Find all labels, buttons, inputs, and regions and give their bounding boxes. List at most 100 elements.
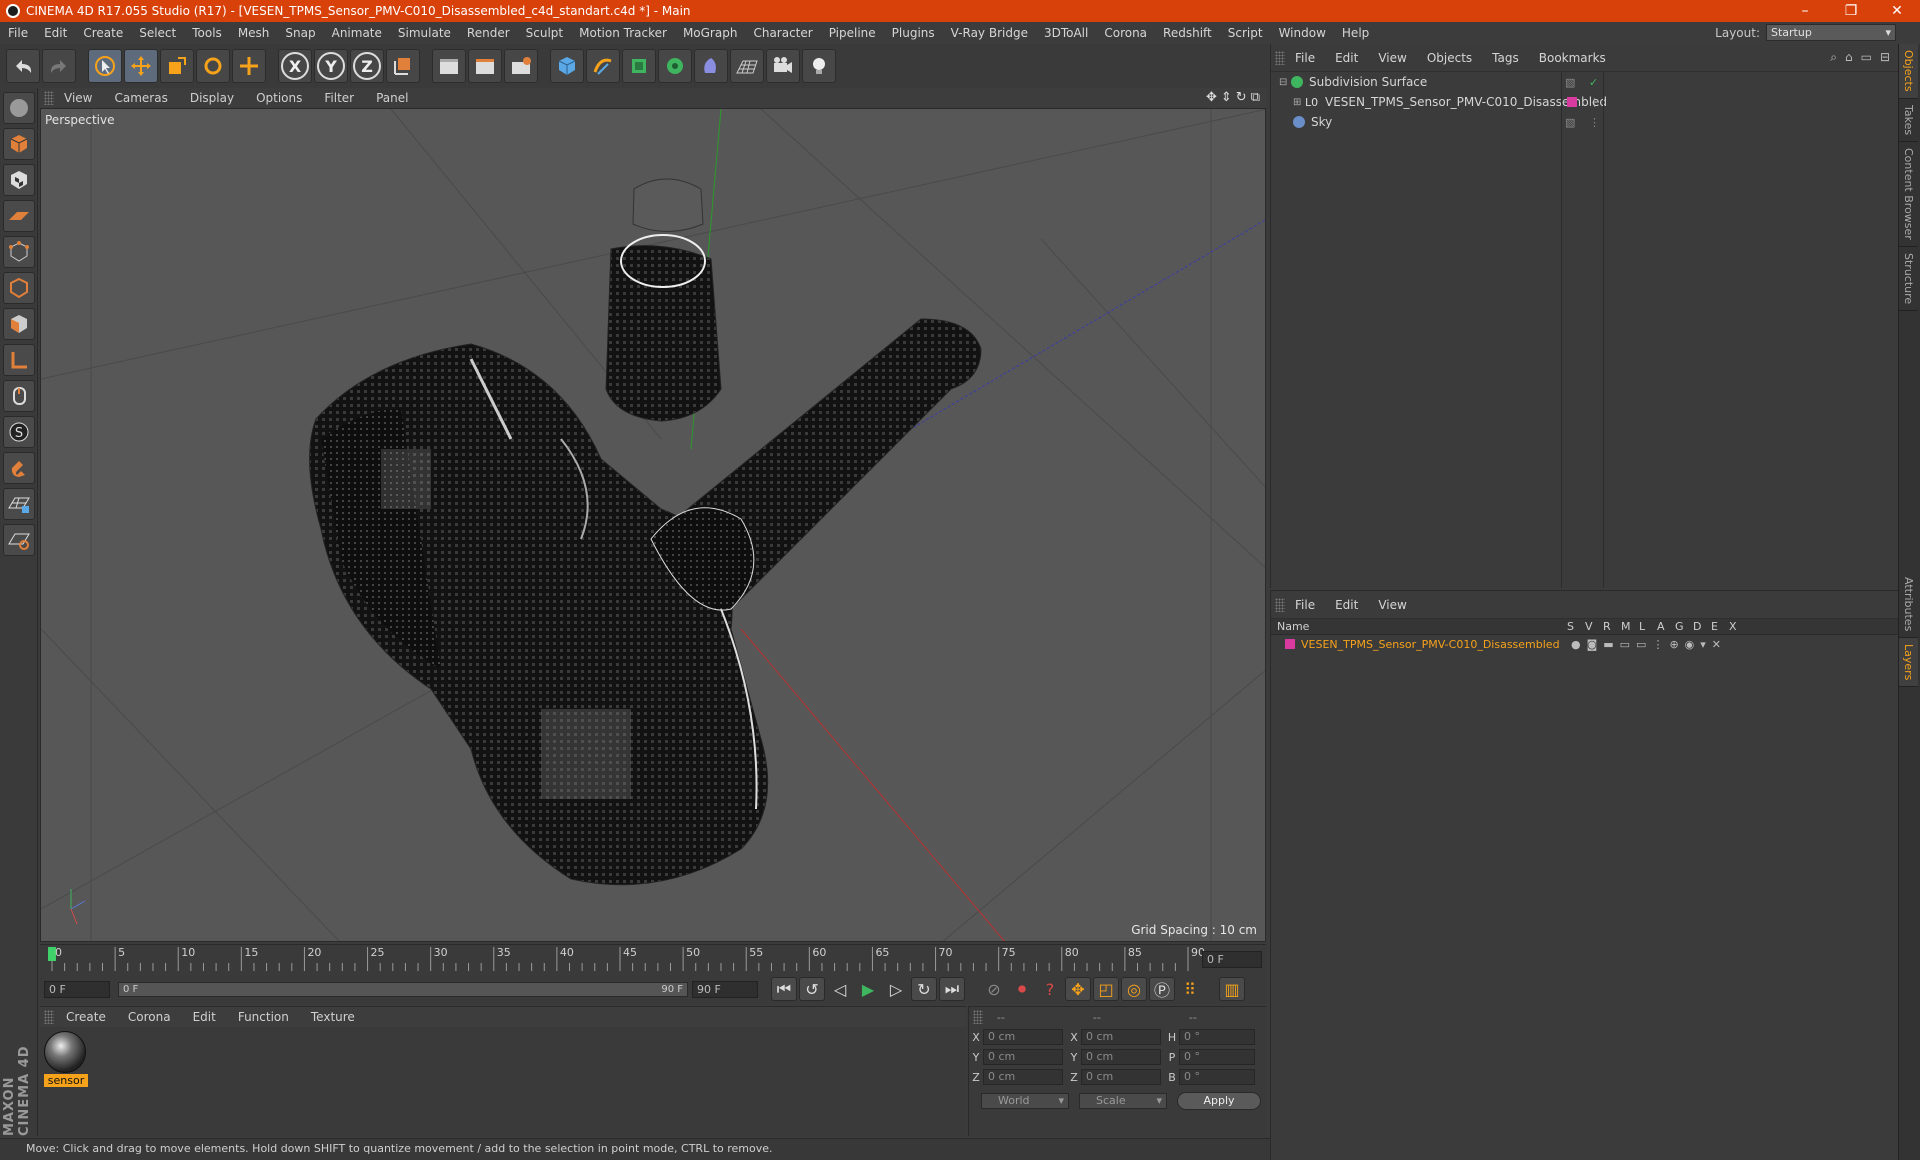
live-selection-button[interactable] — [88, 49, 122, 83]
menu-simulate[interactable]: Simulate — [390, 26, 459, 40]
edit-flag-icon[interactable]: ▧ — [1565, 116, 1575, 129]
tree-collapse-icon[interactable]: ⊟ — [1279, 77, 1291, 88]
col-animation[interactable]: A — [1657, 620, 1675, 633]
menu-plugins[interactable]: Plugins — [884, 26, 943, 40]
tpms-sensor-model[interactable] — [309, 178, 982, 886]
menu-render[interactable]: Render — [459, 26, 518, 40]
rotate-tool-button[interactable] — [196, 49, 230, 83]
go-to-end-button[interactable]: ⏭ — [939, 977, 965, 1001]
search-icon[interactable]: ⌕ — [1830, 50, 1837, 65]
texture-mode-button[interactable] — [3, 164, 35, 196]
layers-menu-edit[interactable]: Edit — [1325, 598, 1368, 612]
tree-expand-icon[interactable]: ⊞ — [1293, 97, 1305, 108]
material-menu-corona[interactable]: Corona — [116, 1010, 181, 1024]
frame-range-slider[interactable]: 0 F 90 F — [118, 981, 688, 997]
pan-view-icon[interactable]: ✥ — [1206, 90, 1217, 105]
make-editable-button[interactable] — [3, 92, 35, 124]
undo-button[interactable] — [6, 49, 40, 83]
layers-menu-view[interactable]: View — [1368, 598, 1416, 612]
tab-content-browser[interactable]: Content Browser — [1899, 142, 1918, 247]
objects-menu-view[interactable]: View — [1368, 51, 1416, 65]
viewport-menu-options[interactable]: Options — [246, 91, 314, 105]
col-xref[interactable]: X — [1729, 620, 1747, 633]
layer-row[interactable]: VESEN_TPMS_Sensor_PMV-C010_Disassembled … — [1271, 635, 1898, 653]
menu-create[interactable]: Create — [75, 26, 131, 40]
size-mode-dropdown[interactable]: Scale — [1079, 1093, 1167, 1109]
col-expressions[interactable]: E — [1711, 620, 1729, 633]
model-mode-button[interactable] — [3, 128, 35, 160]
axis-mode-button[interactable] — [3, 344, 35, 376]
timeline-ruler[interactable]: 0 5 10 15 20 25 30 35 40 45 50 55 60 65 70 75 80 85 90 0 F — [40, 944, 1266, 974]
menu-edit[interactable]: Edit — [36, 26, 75, 40]
material-grip-icon[interactable] — [44, 1010, 54, 1024]
pos-x-field[interactable]: 0 cm — [983, 1029, 1063, 1045]
col-generators[interactable]: G — [1675, 620, 1693, 633]
add-deformer-button[interactable] — [694, 49, 728, 83]
col-locked[interactable]: L — [1639, 620, 1657, 633]
menu-tools[interactable]: Tools — [184, 26, 230, 40]
record-keys-button[interactable]: ⊘ — [981, 977, 1007, 1001]
viewport-menu-panel[interactable]: Panel — [366, 91, 420, 105]
coordinate-space-dropdown[interactable]: World — [981, 1093, 1069, 1109]
pos-z-field[interactable]: 0 cm — [983, 1069, 1063, 1085]
add-spline-button[interactable] — [586, 49, 620, 83]
enabled-check-icon[interactable]: ✓ — [1589, 76, 1598, 89]
menu-3dtoall[interactable]: 3DToAll — [1036, 26, 1096, 40]
menu-script[interactable]: Script — [1220, 26, 1271, 40]
layer-flag-icons[interactable]: ●◙▬▭▭⋮⊕◉▾✕ — [1571, 638, 1727, 651]
close-button[interactable]: ✕ — [1874, 3, 1920, 19]
visibility-dots-icon[interactable]: ⋮ — [1589, 116, 1600, 129]
layout-select[interactable]: Startup — [1766, 24, 1896, 41]
z-axis-button[interactable]: Z — [350, 49, 384, 83]
tab-attributes[interactable]: Attributes — [1899, 571, 1918, 638]
add-nurbs-button[interactable] — [622, 49, 656, 83]
objects-menu-file[interactable]: File — [1285, 51, 1325, 65]
home-icon[interactable]: ⌂ — [1845, 50, 1853, 65]
objects-menu-edit[interactable]: Edit — [1325, 51, 1368, 65]
col-manager[interactable]: M — [1621, 620, 1639, 633]
menu-vray-bridge[interactable]: V-Ray Bridge — [943, 26, 1036, 40]
menu-file[interactable]: File — [0, 26, 36, 40]
size-z-field[interactable]: 0 cm — [1081, 1069, 1161, 1085]
layer-color-swatch[interactable] — [1567, 97, 1577, 107]
lock-workplane-button[interactable] — [3, 488, 35, 520]
object-row-sensor[interactable]: ⊞ L0 VESEN_TPMS_Sensor_PMV-C010_Disassem… — [1271, 92, 1898, 112]
menu-help[interactable]: Help — [1334, 26, 1377, 40]
scale-tool-button[interactable] — [160, 49, 194, 83]
key-rotation-button[interactable]: ◎ — [1121, 977, 1147, 1001]
menu-sculpt[interactable]: Sculpt — [518, 26, 571, 40]
menu-mesh[interactable]: Mesh — [230, 26, 278, 40]
layer-manager-grip-icon[interactable] — [1275, 597, 1285, 612]
add-camera-button[interactable] — [766, 49, 800, 83]
menu-window[interactable]: Window — [1271, 26, 1334, 40]
objects-menu-tags[interactable]: Tags — [1482, 51, 1529, 65]
coordinates-grip-icon[interactable] — [973, 1010, 983, 1024]
object-manager-grip-icon[interactable] — [1275, 50, 1285, 65]
rot-h-field[interactable]: 0 ° — [1179, 1029, 1255, 1045]
add-floor-button[interactable] — [730, 49, 764, 83]
redo-button[interactable] — [42, 49, 76, 83]
menu-corona[interactable]: Corona — [1096, 26, 1155, 40]
minimize-button[interactable]: – — [1782, 3, 1828, 19]
viewport-menu-display[interactable]: Display — [180, 91, 246, 105]
menu-motion-tracker[interactable]: Motion Tracker — [571, 26, 675, 40]
snap-button[interactable]: S — [3, 416, 35, 448]
material-menu-texture[interactable]: Texture — [299, 1010, 365, 1024]
previous-key-button[interactable]: ↺ — [799, 977, 825, 1001]
keyframe-selection-button[interactable]: ? — [1037, 977, 1063, 1001]
menu-character[interactable]: Character — [745, 26, 820, 40]
tab-takes[interactable]: Takes — [1899, 99, 1918, 142]
viewport-menu-filter[interactable]: Filter — [314, 91, 366, 105]
key-pla-button[interactable]: ⠿ — [1177, 977, 1203, 1001]
dolly-view-icon[interactable]: ⇕ — [1221, 90, 1232, 105]
transform-tool-button[interactable] — [232, 49, 266, 83]
size-y-field[interactable]: 0 cm — [1081, 1049, 1161, 1065]
maximize-icon[interactable]: ⊟ — [1880, 50, 1890, 65]
menu-select[interactable]: Select — [131, 26, 184, 40]
object-row-sky[interactable]: Sky ▧ ⋮ — [1271, 112, 1898, 132]
edit-flag-icon[interactable]: ▧ — [1565, 76, 1575, 89]
polygons-mode-button[interactable] — [3, 308, 35, 340]
tab-layers[interactable]: Layers — [1899, 638, 1918, 688]
menu-snap[interactable]: Snap — [277, 26, 323, 40]
points-mode-button[interactable] — [3, 236, 35, 268]
